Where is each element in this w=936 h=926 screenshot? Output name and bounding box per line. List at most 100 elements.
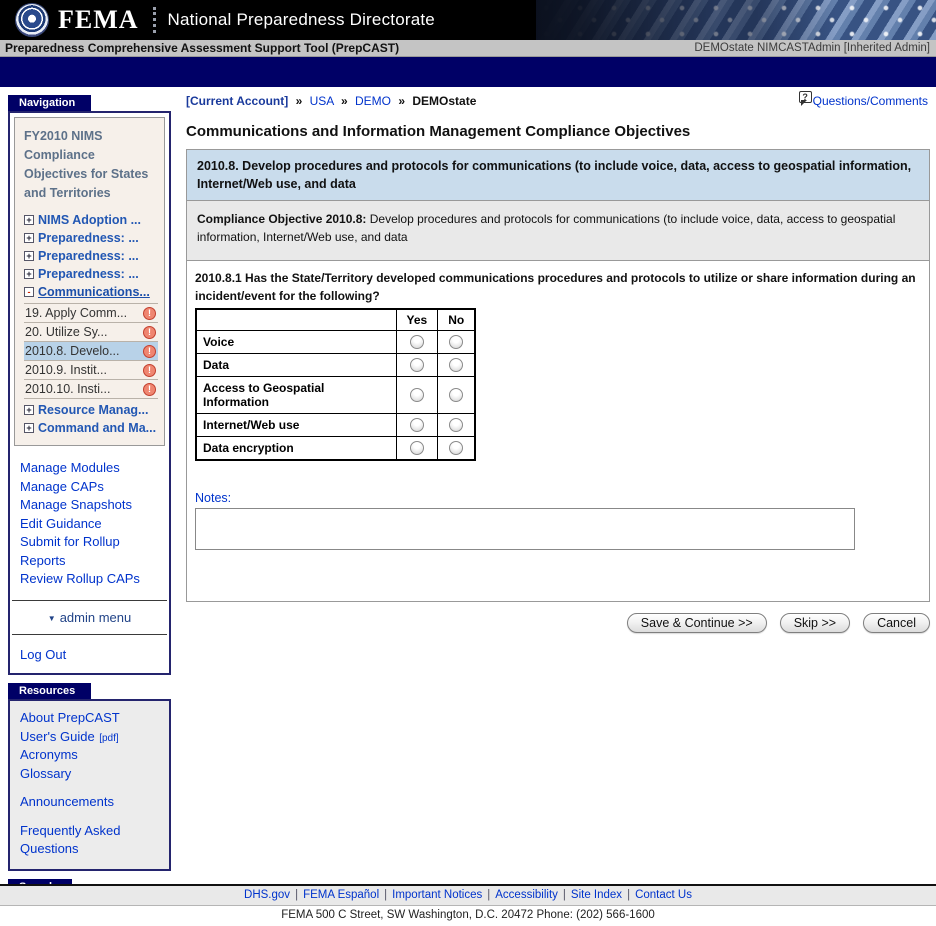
tree-item-preparedness-3[interactable]: + Preparedness: ...	[24, 265, 158, 283]
alert-icon: !	[143, 382, 156, 396]
plus-icon[interactable]: +	[24, 269, 34, 279]
app-bar: Preparedness Comprehensive Assessment Su…	[0, 40, 936, 57]
main-content: [Current Account] » USA » DEMO » DEMOsta…	[186, 87, 930, 634]
notes-textarea[interactable]	[195, 508, 855, 551]
voice-no-radio[interactable]	[449, 335, 464, 350]
answer-table: Yes No Voice Data Access to Geospatial I…	[195, 308, 477, 462]
site-footer: DHS.gov | FEMA Español | Important Notices | A…	[0, 884, 936, 926]
resources-box: About PrepCAST User's Guide [pdf] Acrony…	[8, 699, 171, 871]
sidebar: Navigation FY2010 NIMS Compliance Object…	[8, 87, 171, 926]
resources-link-announcements[interactable]: Announcements	[20, 793, 159, 812]
page-title: Communications and Information Managemen…	[186, 123, 691, 140]
resources-link-acronyms[interactable]: Acronyms	[20, 746, 159, 765]
subitem-2010-8-selected[interactable]: 2010.8. Develo... !	[24, 342, 158, 361]
encryption-no-radio[interactable]	[449, 441, 464, 456]
sidebar-link-reports[interactable]: Reports	[20, 552, 159, 571]
notes-label: Notes:	[195, 491, 232, 506]
objective-header: 2010.8. Develop procedures and protocols…	[187, 150, 929, 202]
plus-icon[interactable]: +	[24, 215, 34, 225]
site-header: FEMA National Preparedness Directorate	[0, 0, 936, 40]
footer-address: FEMA 500 C Street, SW Washington, D.C. 2…	[0, 906, 936, 926]
sidebar-link-manage-snapshots[interactable]: Manage Snapshots	[20, 496, 159, 515]
encryption-yes-radio[interactable]	[409, 441, 424, 456]
tree-item-resource-management[interactable]: + Resource Manag...	[24, 401, 158, 419]
divider	[12, 633, 167, 635]
alert-icon: !	[143, 344, 156, 358]
footer-link-fema-espanol[interactable]: FEMA Español	[303, 889, 379, 901]
breadcrumb-demo[interactable]: DEMO	[355, 94, 391, 108]
internet-yes-radio[interactable]	[409, 418, 424, 433]
sidebar-link-submit-for-rollup[interactable]: Submit for Rollup	[20, 533, 159, 552]
geospatial-yes-radio[interactable]	[409, 388, 424, 403]
table-row: Data encryption	[195, 436, 476, 461]
logout-link[interactable]: Log Out	[20, 646, 159, 665]
footer-link-important-notices[interactable]: Important Notices	[392, 889, 482, 901]
subitem-2010-10[interactable]: 2010.10. Insti... !	[24, 380, 158, 399]
sidebar-links: Manage Modules Manage CAPs Manage Snapsh…	[10, 450, 169, 593]
footer-link-contact-us[interactable]: Contact Us	[635, 889, 692, 901]
chevron-down-icon: ▼	[47, 613, 56, 623]
plus-icon[interactable]: +	[24, 233, 34, 243]
table-row: Data	[195, 353, 476, 378]
resources-link-about[interactable]: About PrepCAST	[20, 709, 159, 728]
resources-link-faq[interactable]: Frequently Asked Questions	[20, 822, 159, 859]
table-row: Voice	[195, 330, 476, 355]
question-text: 2010.8.1 Has the State/Territory develop…	[195, 271, 916, 303]
navigation-box: FY2010 NIMS Compliance Objectives for St…	[8, 111, 171, 675]
sidebar-link-review-rollup-caps[interactable]: Review Rollup CAPs	[20, 570, 159, 589]
subitem-19-apply-comm[interactable]: 19. Apply Comm... !	[24, 303, 158, 323]
breadcrumb-demostate: DEMOstate	[412, 94, 477, 108]
sidebar-link-manage-caps[interactable]: Manage CAPs	[20, 478, 159, 497]
communications-subitems: 19. Apply Comm... ! 20. Utilize Sy... ! …	[24, 303, 158, 399]
breadcrumb: [Current Account] » USA » DEMO » DEMOsta…	[186, 94, 477, 108]
data-yes-radio[interactable]	[409, 358, 424, 373]
cancel-button[interactable]: Cancel	[863, 613, 930, 634]
footer-link-accessibility[interactable]: Accessibility	[495, 889, 558, 901]
tree-item-preparedness-1[interactable]: + Preparedness: ...	[24, 229, 158, 247]
alert-icon: !	[143, 363, 156, 377]
breadcrumb-current-account[interactable]: [Current Account]	[186, 94, 288, 108]
plus-icon[interactable]: +	[24, 251, 34, 261]
dhs-seal-icon	[16, 4, 48, 36]
tree-item-command-and-management[interactable]: + Command and Ma...	[24, 419, 158, 437]
admin-menu-toggle[interactable]: ▼ admin menu	[10, 608, 169, 627]
voice-yes-radio[interactable]	[409, 335, 424, 350]
row-label-geospatial: Access to Geospatial Information	[195, 376, 397, 415]
user-status: DEMOstate NIMCASTAdmin [Inherited Admin]	[694, 42, 930, 54]
tree-item-communications[interactable]: - Communications...	[24, 283, 158, 301]
sidebar-link-manage-modules[interactable]: Manage Modules	[20, 459, 159, 478]
skip-button[interactable]: Skip >>	[779, 613, 851, 634]
sidebar-link-edit-guidance[interactable]: Edit Guidance	[20, 515, 159, 534]
breadcrumb-usa[interactable]: USA	[310, 94, 334, 108]
objective-description: Compliance Objective 2010.8: Develop pro…	[187, 201, 929, 262]
column-header-no: No	[437, 308, 476, 332]
row-label-data: Data	[195, 353, 397, 378]
row-label-data-encryption: Data encryption	[195, 436, 397, 461]
save-continue-button[interactable]: Save & Continue >>	[626, 613, 767, 634]
resources-tab: Resources	[8, 683, 92, 699]
internet-no-radio[interactable]	[449, 418, 464, 433]
data-no-radio[interactable]	[449, 358, 464, 373]
logout-row: Log Out	[10, 642, 169, 674]
directorate-title: National Preparedness Directorate	[167, 10, 435, 29]
resources-link-glossary[interactable]: Glossary	[20, 765, 159, 784]
footer-link-dhs[interactable]: DHS.gov	[244, 889, 290, 901]
tree-item-preparedness-2[interactable]: + Preparedness: ...	[24, 247, 158, 265]
prepcast-page: FEMA National Preparedness Directorate P…	[0, 0, 936, 926]
tree-item-nims-adoption[interactable]: + NIMS Adoption ...	[24, 211, 158, 229]
navigation-tab: Navigation	[8, 95, 92, 111]
footer-link-site-index[interactable]: Site Index	[571, 889, 622, 901]
resources-link-users-guide[interactable]: User's Guide	[20, 729, 95, 744]
minus-icon[interactable]: -	[24, 287, 34, 297]
alert-icon: !	[143, 325, 156, 339]
module-tree-box: FY2010 NIMS Compliance Objectives for St…	[14, 117, 165, 446]
plus-icon[interactable]: +	[24, 405, 34, 415]
questions-comments-link[interactable]: ? Questions/Comments	[798, 91, 928, 108]
plus-icon[interactable]: +	[24, 423, 34, 433]
column-header-yes: Yes	[395, 308, 439, 332]
logo-divider	[152, 7, 156, 33]
divider	[12, 599, 167, 601]
subitem-20-utilize-sy[interactable]: 20. Utilize Sy... !	[24, 323, 158, 342]
geospatial-no-radio[interactable]	[449, 388, 464, 403]
subitem-2010-9[interactable]: 2010.9. Instit... !	[24, 361, 158, 380]
